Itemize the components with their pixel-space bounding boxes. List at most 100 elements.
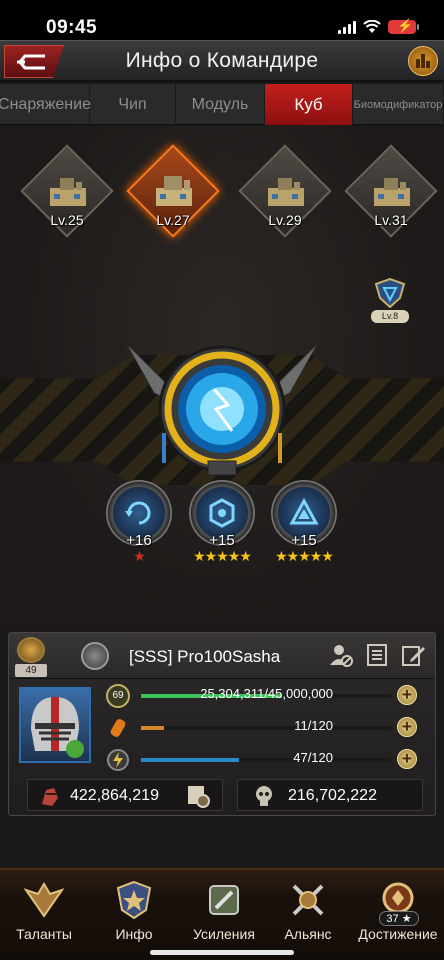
energy-value: 47/120 [293,750,333,765]
power-box: 422,864,219 [27,779,223,811]
skull-icon [256,786,272,806]
base-level-label: Lv.29 [268,212,302,228]
base-lv25[interactable]: Lv.25 [20,144,114,238]
commander-level: 69 [112,690,124,701]
bottom-nav: Таланты Инфо Усиления Альянс 37 ★ Достиж… [0,868,444,960]
kills-box: 216,702,222 [237,779,423,811]
document-list-icon[interactable] [365,643,389,667]
alliance-emblem-icon[interactable] [81,642,109,670]
status-bar: 09:45 ⚡ [0,0,444,40]
base-lv31[interactable]: Lv.31 [344,144,438,238]
helmet-avatar-icon [31,697,84,758]
energy-cube-icon[interactable] [124,333,320,483]
tab-label: Снаряжение [0,95,91,113]
talents-wings-icon [23,882,65,918]
shield-icon [374,278,406,308]
module-slot-3[interactable]: +15 ★★★★★ [271,480,337,564]
boost-gear-icon [209,885,239,915]
user-block-icon[interactable] [329,643,353,667]
tab-chip[interactable]: Чип [90,84,176,125]
status-time: 09:45 [46,17,98,38]
module-level: +16 [126,532,152,549]
exp-value: 25,304,311/45,000,000 [200,686,333,701]
module-stars: ★★★★★ [193,548,252,564]
module-stars: ★★★★★ [275,548,334,564]
wifi-icon [363,20,381,33]
tab-cube[interactable]: Куб [265,84,353,125]
kills-value: 216,702,222 [288,787,377,804]
player-name: [SSS] Pro100Sasha [129,647,281,666]
nav-achievements[interactable]: 37 ★ Достижение [354,870,442,950]
nav-alliance[interactable]: Альянс [264,870,352,950]
tab-label: Чип [118,95,147,113]
power-fist-icon [42,788,58,806]
signal-icon [338,20,356,34]
bar-chart-icon [416,54,430,68]
achievement-count-badge: 37 ★ [379,911,419,926]
power-detail-icon[interactable] [186,784,210,808]
rank-badge[interactable]: 49 [15,637,47,677]
building-icon [374,178,410,206]
exp-row: 69 25,304,311/45,000,000 + [105,683,425,709]
tab-biomodifier[interactable]: Биомодификатор [353,84,444,125]
cube-level-label: Lv.8 [371,310,409,323]
nav-boosts[interactable]: Усиления [180,870,268,950]
energy-row: 47/120 + [105,747,425,773]
base-level-label: Lv.31 [374,212,408,228]
tab-equipment[interactable]: Снаряжение [0,84,91,125]
commander-avatar[interactable] [19,687,91,763]
building-icon [268,178,304,206]
nav-label: Альянс [284,926,332,942]
tab-bar: Снаряжение Чип Модуль Куб Биомодификатор [0,84,444,125]
rank-number: 49 [15,664,47,677]
tab-label: Модуль [191,95,249,113]
tab-module[interactable]: Модуль [176,84,265,125]
info-shield-icon [116,880,152,920]
module-slots: +16 ★ +15 ★★★★★ +15 ★★★★★ [0,480,444,570]
triangle-module-icon [289,497,319,525]
nav-label: Инфо [115,926,153,942]
stamina-value: 11/120 [294,718,333,733]
add-exp-button[interactable]: + [397,685,417,705]
add-energy-button[interactable]: + [397,749,417,769]
module-level: +15 [209,532,235,549]
battery-icon: ⚡ [388,18,419,34]
nav-label: Достижение [358,926,438,942]
commander-header: 49 [SSS] Pro100Sasha [9,633,435,679]
base-level-label: Lv.25 [50,212,84,228]
nav-label: Таланты [16,926,72,942]
edit-icon[interactable] [401,643,425,667]
base-level-label: Lv.27 [156,212,190,228]
base-lv27[interactable]: Lv.27 [126,144,220,238]
page-title: Инфо о Командире [125,49,319,72]
stamina-potion-icon [110,719,126,737]
add-stamina-button[interactable]: + [397,717,417,737]
profile-actions [329,643,425,667]
nav-talents[interactable]: Таланты [0,870,88,950]
hexagon-module-icon [209,498,235,528]
tab-label: Биомодификатор [353,98,443,111]
cube-level-badge[interactable]: Lv.8 [368,278,412,328]
module-slot-1[interactable]: +16 ★ [106,480,172,564]
crossed-swords-icon [292,884,324,916]
tab-label: Куб [294,94,323,114]
building-icon [156,176,192,206]
nav-info[interactable]: Инфо [90,870,178,950]
module-level: +15 [291,532,317,549]
base-lv29[interactable]: Lv.29 [238,144,332,238]
module-slot-2[interactable]: +15 ★★★★★ [189,480,255,564]
nav-label: Усиления [193,926,255,942]
building-icon [50,178,86,206]
home-indicator[interactable] [150,950,294,955]
stamina-row: 11/120 + [105,715,425,741]
cycle-module-icon [125,501,151,525]
rank-medal-icon [17,637,45,663]
module-stars: ★ [133,548,146,564]
status-icons: ⚡ [338,18,419,35]
cube-view: Lv.25 Lv.27 Lv.29 Lv.31 Lv.8 +16 ★ +15 ★… [0,126,444,626]
stats-button[interactable] [408,46,438,76]
header-bar: Инфо о Командире [0,40,444,82]
commander-panel: 49 [SSS] Pro100Sasha 69 25,304,311/45,00… [8,632,436,816]
energy-bolt-icon [107,749,129,771]
power-value: 422,864,219 [70,787,159,804]
